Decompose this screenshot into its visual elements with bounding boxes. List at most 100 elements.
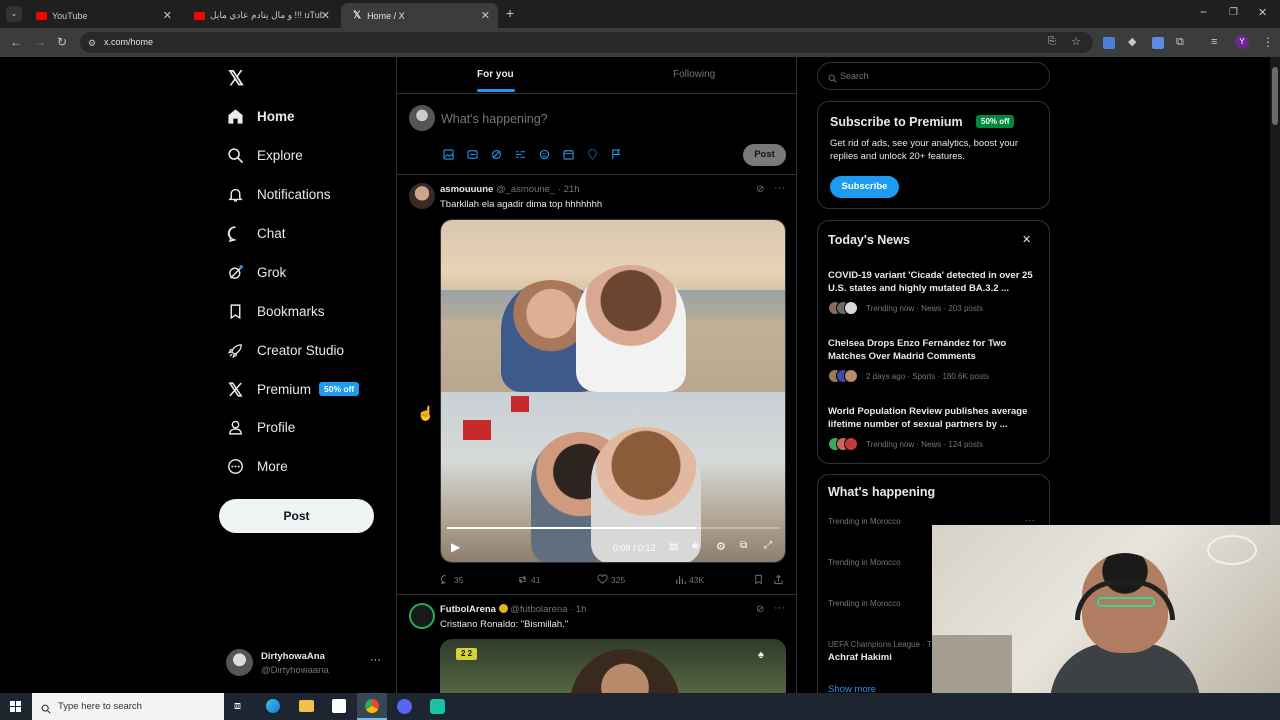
windows-start-icon[interactable] bbox=[10, 701, 21, 712]
edge-icon[interactable] bbox=[266, 699, 280, 713]
flag-icon[interactable] bbox=[611, 147, 622, 160]
repost-button[interactable]: 41 bbox=[517, 574, 540, 585]
avatar[interactable]: Y bbox=[1235, 35, 1249, 49]
site-info-icon[interactable]: ⚙ bbox=[88, 37, 96, 49]
account-switcher[interactable]: DirtyhowaAna @Dirtyhowaana ··· bbox=[226, 648, 386, 680]
like-button[interactable]: 325 bbox=[597, 574, 625, 585]
media-control-icon[interactable]: ≡ bbox=[1211, 36, 1217, 48]
minimize-icon[interactable]: − bbox=[1200, 6, 1207, 18]
sidebar-item-premium[interactable]: Premium 50% off bbox=[227, 376, 360, 402]
sidebar-item-more[interactable]: More bbox=[227, 453, 288, 479]
fullscreen-icon[interactable]: ⤢ bbox=[764, 540, 772, 551]
avatar[interactable] bbox=[409, 183, 435, 209]
subscribe-button[interactable]: Subscribe bbox=[830, 176, 899, 198]
app-icon[interactable] bbox=[430, 699, 445, 714]
forward-icon[interactable]: → bbox=[34, 36, 46, 48]
install-app-icon[interactable]: ⎘ bbox=[1048, 36, 1056, 48]
emoji-icon[interactable] bbox=[539, 147, 550, 160]
tweet-author[interactable]: asmouuune bbox=[440, 184, 493, 195]
tab-search-icon[interactable]: ⌄ bbox=[6, 6, 22, 22]
account-more-icon[interactable]: ··· bbox=[370, 654, 381, 666]
file-explorer-icon[interactable] bbox=[299, 700, 314, 712]
bookmark-button[interactable] bbox=[753, 574, 767, 585]
gif-icon[interactable] bbox=[467, 147, 478, 159]
extension-icon[interactable] bbox=[1152, 37, 1164, 49]
reload-icon[interactable]: ↻ bbox=[57, 36, 67, 48]
compose-post-button[interactable]: Post bbox=[743, 144, 786, 166]
news-item[interactable]: World Population Review publishes averag… bbox=[818, 403, 1049, 459]
tweet-more-icon[interactable]: ··· bbox=[774, 602, 785, 614]
puzzle-icon[interactable]: ⧉ bbox=[1176, 36, 1184, 48]
browser-menu-icon[interactable]: ⋮ bbox=[1262, 36, 1274, 48]
grok-icon[interactable]: ⊘ bbox=[756, 604, 764, 615]
sidebar-item-chat[interactable]: Chat bbox=[227, 220, 286, 246]
compose-input[interactable]: What's happening? bbox=[441, 112, 548, 126]
tweet-handle[interactable]: @futbolarena bbox=[510, 604, 567, 615]
sidebar-item-profile[interactable]: Profile bbox=[227, 414, 295, 440]
grok-icon[interactable] bbox=[491, 147, 502, 159]
show-more-link[interactable]: Show more bbox=[828, 684, 876, 693]
tab-for-you[interactable]: For you bbox=[477, 69, 515, 92]
address-bar[interactable]: ⚙ x.com/home ⎘ ☆ bbox=[80, 32, 1093, 53]
tweet-video[interactable]: ▶ 0:09 / 0:12 ▤ 🔊︎ ⚙ ⧉ ⤢ bbox=[440, 219, 786, 563]
extension-icon[interactable]: ◆ bbox=[1128, 36, 1136, 48]
restore-icon[interactable]: ❐ bbox=[1229, 7, 1238, 19]
views-button[interactable]: 43K bbox=[675, 574, 704, 585]
settings-icon[interactable]: ⚙ bbox=[716, 540, 726, 553]
premium-title: Subscribe to Premium bbox=[830, 115, 963, 129]
tab-following[interactable]: Following bbox=[673, 69, 715, 80]
video-progress-track[interactable] bbox=[447, 527, 779, 529]
close-tab-icon[interactable]: ✕ bbox=[481, 9, 490, 22]
grok-icon[interactable]: ⊘ bbox=[756, 184, 764, 195]
search-input[interactable]: Search bbox=[817, 62, 1050, 90]
image-icon[interactable] bbox=[443, 147, 454, 160]
tweet-more-icon[interactable]: ··· bbox=[774, 182, 785, 194]
new-tab-icon[interactable]: + bbox=[506, 6, 514, 20]
reply-button[interactable]: 35 bbox=[440, 574, 463, 585]
post-button[interactable]: Post bbox=[219, 499, 374, 533]
tab-x-home[interactable]: 𝕏 Home / X ✕ bbox=[341, 3, 498, 28]
timeline: For you Following What's happening? Post… bbox=[396, 57, 797, 693]
tweet-media[interactable]: 2 2 ♠ bbox=[440, 639, 786, 693]
tweet-time[interactable]: · 1h bbox=[570, 604, 586, 615]
sidebar-item-explore[interactable]: Explore bbox=[227, 142, 303, 168]
bookmark-star-icon[interactable]: ☆ bbox=[1071, 36, 1081, 48]
sidebar-item-home[interactable]: Home bbox=[227, 103, 295, 129]
close-window-icon[interactable]: ✕ bbox=[1258, 7, 1267, 19]
picture-in-picture-icon[interactable]: ⧉ bbox=[740, 540, 747, 551]
tweet-author[interactable]: FutbolArena bbox=[440, 604, 496, 615]
tweet[interactable]: asmouuune @_asmoune_ · 21h ⊘ ··· Tbarkll… bbox=[397, 175, 796, 594]
poll-icon[interactable] bbox=[515, 147, 526, 158]
sidebar-item-creator-studio[interactable]: Creator Studio bbox=[227, 337, 344, 363]
tab-youtube-video[interactable]: و مال يتادم عادي مايل !!! uTube ✕ bbox=[182, 3, 338, 28]
chrome-icon[interactable] bbox=[357, 693, 387, 720]
sidebar-item-notifications[interactable]: Notifications bbox=[227, 181, 331, 207]
captions-icon[interactable]: ▤ bbox=[669, 541, 678, 552]
tweet[interactable]: FutbolArena @futbolarena · 1h ⊘ ··· Cris… bbox=[397, 595, 796, 693]
x-logo-icon[interactable]: 𝕏 bbox=[228, 66, 244, 91]
sidebar-item-grok[interactable]: Grok bbox=[227, 259, 286, 285]
sidebar-item-bookmarks[interactable]: Bookmarks bbox=[227, 298, 325, 324]
task-view-icon[interactable]: ⧈ bbox=[234, 700, 241, 713]
news-item[interactable]: COVID-19 variant 'Cicada' detected in ov… bbox=[818, 267, 1049, 323]
tab-youtube[interactable]: YouTube ✕ bbox=[24, 3, 180, 28]
schedule-icon[interactable] bbox=[563, 147, 574, 160]
news-item[interactable]: Chelsea Drops Enzo Fernández for Two Mat… bbox=[818, 335, 1049, 391]
play-icon[interactable]: ▶ bbox=[451, 540, 460, 554]
close-tab-icon[interactable]: ✕ bbox=[163, 9, 172, 22]
discord-icon[interactable] bbox=[397, 699, 412, 714]
volume-icon[interactable]: 🔊︎ bbox=[692, 540, 699, 553]
scrollbar-thumb[interactable] bbox=[1272, 67, 1278, 125]
share-button[interactable] bbox=[773, 574, 787, 585]
tweet-handle[interactable]: @_asmoune_ bbox=[496, 184, 555, 195]
back-icon[interactable]: ← bbox=[10, 36, 22, 48]
translate-extension-icon[interactable] bbox=[1103, 37, 1115, 49]
tweet-time[interactable]: · 21h bbox=[558, 184, 580, 195]
avatar[interactable] bbox=[409, 603, 435, 629]
close-icon[interactable]: ✕ bbox=[1022, 233, 1031, 246]
taskbar-search[interactable]: Type here to search bbox=[32, 693, 224, 720]
location-icon[interactable] bbox=[587, 147, 598, 160]
store-icon[interactable] bbox=[332, 699, 346, 713]
ceiling-lamp bbox=[1207, 535, 1257, 565]
close-tab-icon[interactable]: ✕ bbox=[321, 9, 330, 22]
